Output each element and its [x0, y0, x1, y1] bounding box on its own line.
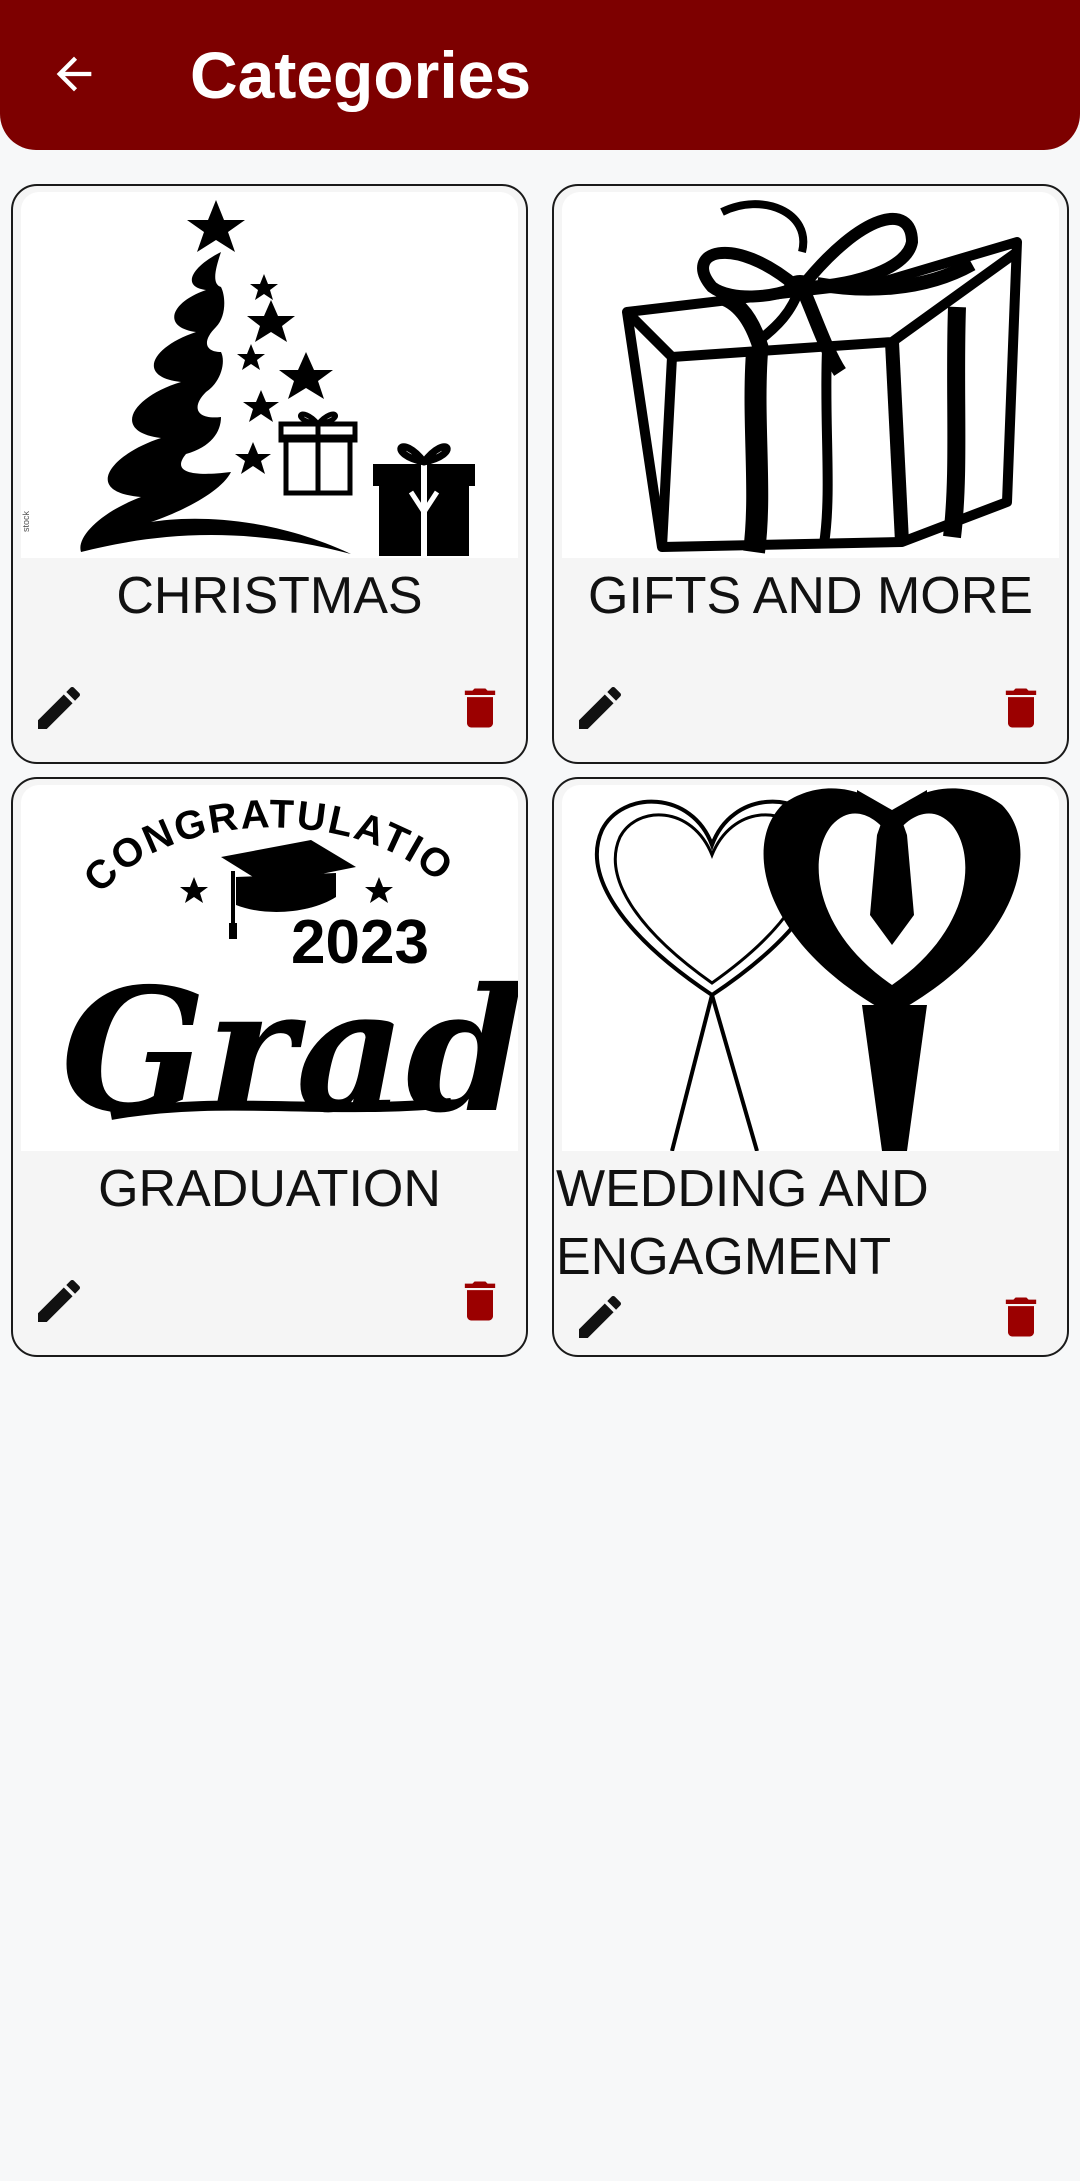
app-bar: Categories [0, 0, 1080, 150]
svg-text:stock: stock [21, 510, 31, 532]
edit-button[interactable] [27, 1269, 91, 1333]
edit-button[interactable] [568, 1285, 632, 1349]
category-card-christmas[interactable]: stock CHRISTMAS [11, 184, 528, 764]
category-label: WEDDING AND ENGAGMENT [556, 1160, 929, 1286]
delete-button[interactable] [989, 1285, 1053, 1349]
edit-button[interactable] [27, 676, 91, 740]
category-card-wedding-and-engagment[interactable]: WEDDING AND ENGAGMENT [552, 777, 1069, 1357]
back-button[interactable] [38, 38, 110, 110]
pencil-icon [579, 686, 622, 729]
pencil-icon [38, 686, 81, 729]
edit-button[interactable] [568, 676, 632, 740]
delete-button[interactable] [989, 676, 1053, 740]
christmas-tree-illustration: stock [21, 192, 518, 558]
trash-icon [1005, 688, 1037, 728]
category-card-gifts-and-more[interactable]: GIFTS AND MORE [552, 184, 1069, 764]
delete-button[interactable] [448, 676, 512, 740]
category-card-graduation[interactable]: CONGRATULATIONS 2023 Grad GRADUATION [11, 777, 528, 1357]
gift-box-illustration [562, 192, 1059, 558]
graduation-word-text: Grad [61, 951, 518, 1151]
pencil-icon [38, 1279, 81, 1322]
category-label: CHRISTMAS [116, 567, 423, 625]
arrow-left-icon [56, 56, 92, 92]
trash-icon [464, 688, 496, 728]
category-label: GRADUATION [98, 1160, 441, 1218]
heart-couple-illustration [562, 785, 1059, 1151]
graduation-2023-illustration: CONGRATULATIONS 2023 Grad [21, 785, 518, 1151]
trash-icon [1005, 1297, 1037, 1337]
delete-button[interactable] [448, 1269, 512, 1333]
trash-icon [464, 1281, 496, 1321]
pencil-icon [579, 1295, 622, 1338]
category-label: GIFTS AND MORE [588, 567, 1033, 625]
page-title: Categories [190, 38, 532, 112]
